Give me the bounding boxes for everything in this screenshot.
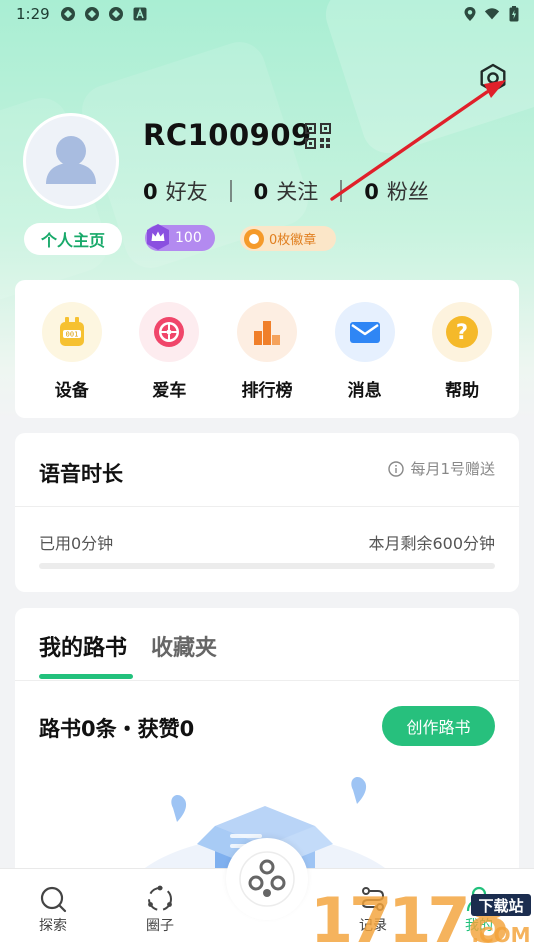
following-label: 关注 (276, 180, 319, 204)
voice-duration-card: 语音时长 每月1号赠送 已用0分钟 本月剩余600分钟 (15, 433, 519, 592)
level-value: 100 (175, 230, 202, 246)
tab-favorites[interactable]: 收藏夹 (151, 630, 217, 662)
voice-note-text: 每月1号赠送 (410, 460, 495, 478)
location-icon (462, 6, 478, 22)
tab-my-roadbooks[interactable]: 我的路书 (39, 630, 127, 662)
voice-progress-bar (39, 563, 495, 569)
quick-action-ranking[interactable]: 排行榜 (222, 302, 312, 418)
fans-count: 0 (364, 180, 379, 204)
quick-action-label: 消息 (347, 381, 382, 401)
quick-action-label: 爱车 (152, 381, 187, 401)
app-notification-icon (60, 6, 76, 22)
message-icon (334, 302, 395, 362)
voice-note[interactable]: 每月1号赠送 (388, 458, 495, 479)
info-icon (388, 460, 405, 477)
voice-used: 已用0分钟 (39, 534, 114, 553)
roadbook-tabs: 我的路书 收藏夹 (39, 630, 241, 662)
settings-hex-icon (480, 63, 506, 93)
nav-item-explore[interactable]: 探索 (18, 883, 88, 935)
circle-icon (144, 883, 176, 915)
wheel-icon (139, 302, 200, 362)
quick-action-label: 设备 (54, 381, 89, 401)
avatar[interactable] (23, 113, 119, 209)
fans-stat[interactable]: 0 粉丝 (364, 176, 429, 206)
quick-action-label: 排行榜 (241, 381, 293, 401)
voice-remaining: 本月剩余600分钟 (368, 534, 495, 553)
wifi-icon (484, 6, 500, 22)
medal-icon (243, 228, 265, 250)
status-bar: 1:29 (0, 0, 534, 30)
badges-pill[interactable]: 0枚徽章 (240, 226, 336, 251)
divider (15, 506, 519, 507)
voice-title: 语音时长 (39, 462, 123, 486)
app-notification-icon (84, 6, 100, 22)
divider (15, 680, 519, 681)
crown-icon (143, 222, 173, 252)
watermark-logo: 17178 下载站 .COM (310, 884, 531, 950)
quick-action-car[interactable]: 爱车 (124, 302, 214, 418)
svg-text:?: ? (456, 320, 468, 344)
stat-divider (340, 180, 343, 202)
personal-homepage-button[interactable]: 个人主页 (24, 223, 122, 255)
nav-center-button[interactable] (226, 838, 308, 920)
friends-stat[interactable]: 0 好友 (143, 176, 208, 206)
battery-icon (506, 6, 522, 22)
nav-item-circle[interactable]: 圈子 (125, 883, 195, 935)
device-icon: 001 (41, 302, 102, 362)
ranking-icon (236, 302, 297, 362)
badges-label: 0枚徽章 (269, 233, 317, 248)
following-stat[interactable]: 0 关注 (254, 176, 319, 206)
profile-stats: 0 好友 0 关注 0 粉丝 (143, 176, 429, 206)
roadbook-count: 路书0条・获赞0 (39, 717, 195, 741)
status-time: 1:29 (16, 5, 50, 23)
hub-icon (239, 851, 295, 907)
stat-divider (229, 180, 232, 202)
quick-actions-card: 001 设备 爱车 排行榜 消息 ? 帮助 (15, 280, 519, 418)
app-notification-icon (108, 6, 124, 22)
settings-button[interactable] (475, 60, 511, 96)
nav-label: 圈子 (146, 918, 174, 934)
qr-code-icon[interactable] (305, 123, 331, 149)
a-box-icon (132, 6, 148, 22)
username: RC100909 (143, 118, 312, 152)
friends-label: 好友 (165, 180, 208, 204)
quick-action-help[interactable]: ? 帮助 (417, 302, 507, 418)
fans-label: 粉丝 (386, 180, 429, 204)
create-roadbook-button[interactable]: 创作路书 (382, 706, 495, 746)
level-badge[interactable]: 100 (143, 222, 215, 252)
nav-label: 探索 (39, 918, 67, 934)
svg-text:001: 001 (65, 331, 78, 339)
search-icon (37, 883, 69, 915)
quick-action-device[interactable]: 001 设备 (27, 302, 117, 418)
friends-count: 0 (143, 180, 158, 204)
help-icon: ? (432, 302, 493, 362)
svg-text:.COM: .COM (471, 923, 530, 947)
quick-action-messages[interactable]: 消息 (320, 302, 410, 418)
following-count: 0 (253, 180, 269, 204)
quick-action-label: 帮助 (445, 381, 480, 401)
active-tab-indicator (39, 674, 133, 679)
default-avatar-icon (46, 136, 96, 184)
svg-text:下载站: 下载站 (478, 897, 523, 915)
